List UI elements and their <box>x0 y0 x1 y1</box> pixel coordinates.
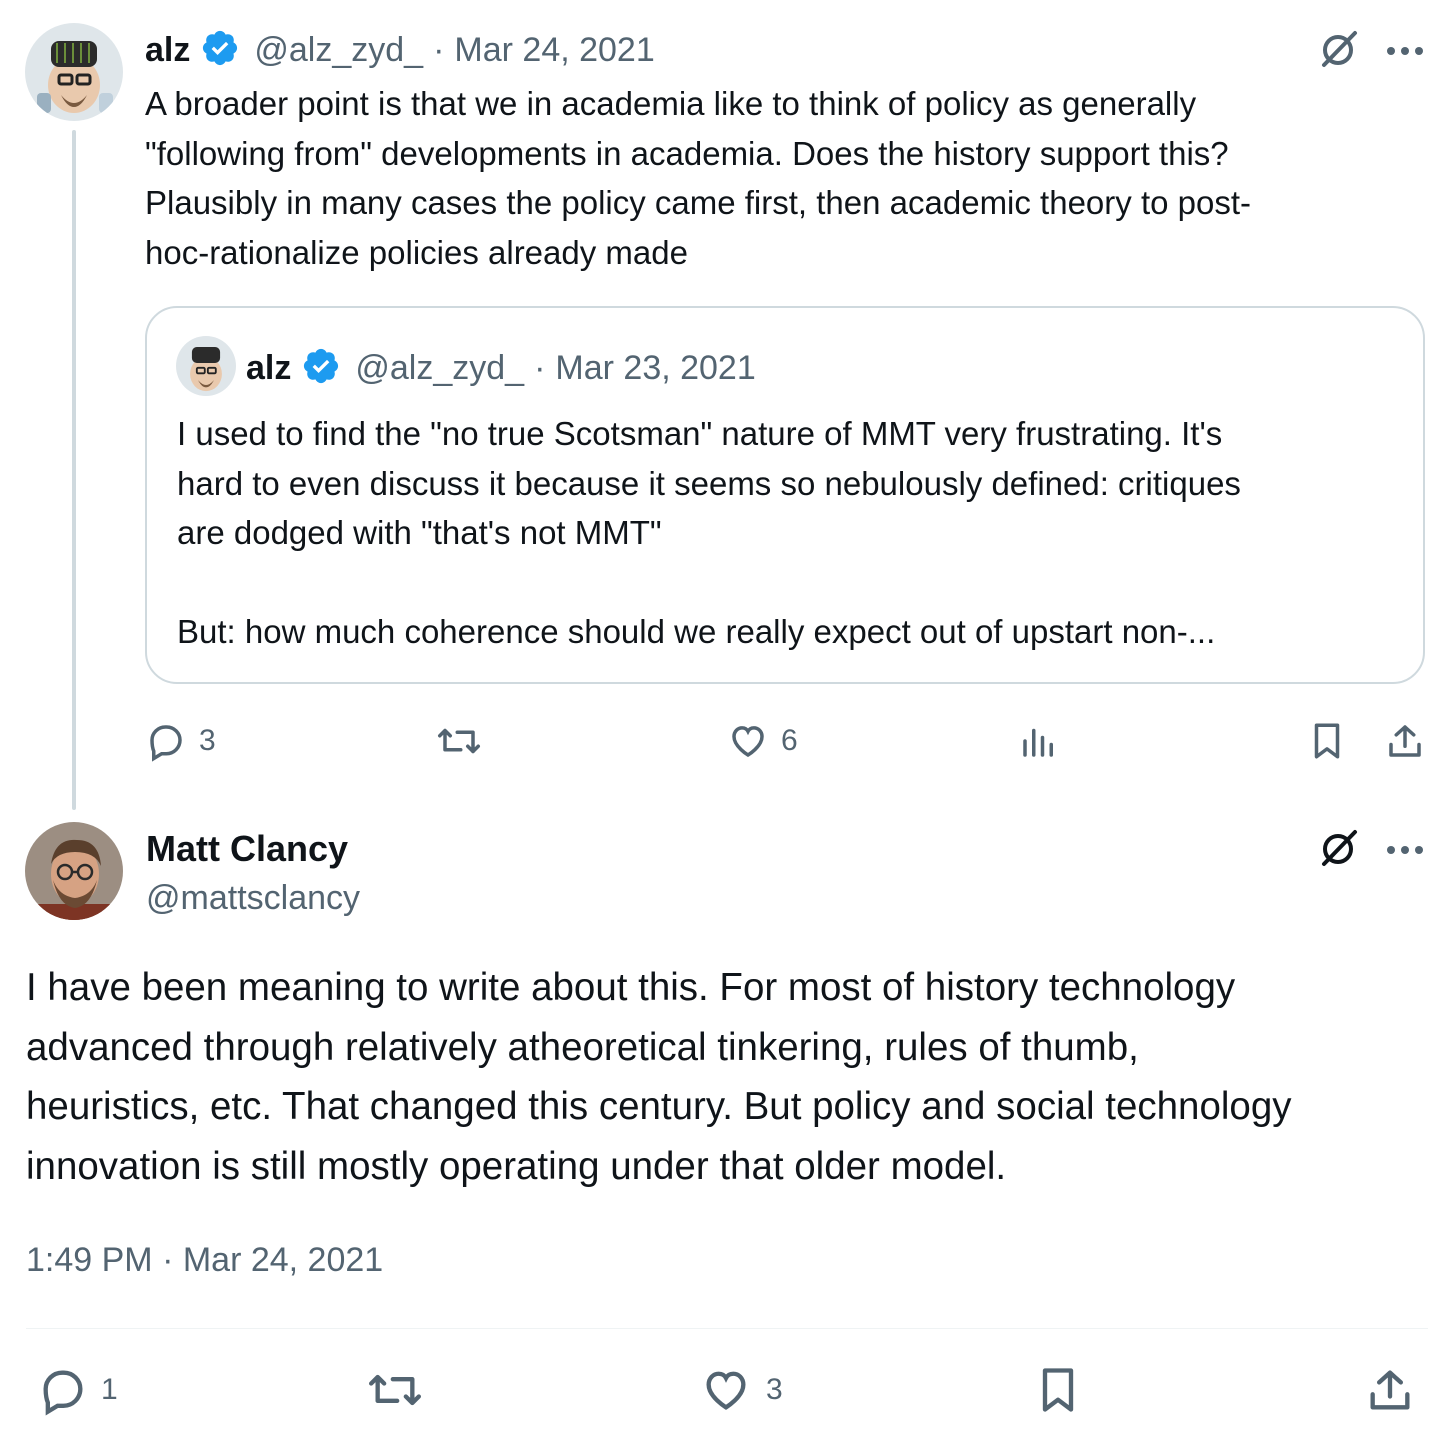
avatar-matt-clancy[interactable] <box>25 822 123 920</box>
main-like-count: 3 <box>766 1373 783 1406</box>
author-name[interactable]: alz <box>145 31 190 70</box>
main-reply-count: 1 <box>101 1373 118 1406</box>
analytics-icon <box>1018 720 1060 762</box>
reply-tweet-header: alz @alz_zyd_ · Mar 24, 2021 <box>145 28 655 72</box>
quoted-author-handle: @alz_zyd_ <box>355 348 525 387</box>
retweet-icon <box>436 720 482 762</box>
quoted-avatar-alz <box>176 336 236 396</box>
main-more-icon[interactable] <box>1386 842 1424 860</box>
quoted-tweet-card[interactable]: alz @alz_zyd_ · Mar 23, 2021 I used to f… <box>145 306 1425 684</box>
share-button[interactable] <box>1384 720 1426 762</box>
like-count: 6 <box>781 724 798 757</box>
like-button[interactable]: 6 <box>727 720 798 762</box>
quoted-tweet-text: I used to find the "no true Scotsman" na… <box>177 415 1241 650</box>
main-retweet-button[interactable] <box>366 1364 436 1416</box>
grok-icon[interactable] <box>1318 27 1362 76</box>
main-bookmark-button[interactable] <box>1032 1364 1084 1416</box>
author-handle[interactable]: @alz_zyd_ <box>254 31 423 70</box>
header-separator: · <box>433 30 445 69</box>
main-tweet-timestamp[interactable]: 1:49 PM · Mar 24, 2021 <box>26 1238 383 1282</box>
quoted-tweet-header: alz @alz_zyd_ · Mar 23, 2021 <box>246 346 756 390</box>
main-author-name[interactable]: Matt Clancy <box>146 826 348 872</box>
bookmark-button[interactable] <box>1306 720 1348 762</box>
reply-icon <box>145 720 187 762</box>
main-reply-icon <box>37 1364 89 1416</box>
main-author-handle[interactable]: @mattsclancy <box>146 876 360 920</box>
main-grok-icon[interactable] <box>1318 826 1362 875</box>
main-heart-icon <box>700 1364 752 1416</box>
quoted-author-name: alz <box>246 348 292 387</box>
retweet-button[interactable] <box>436 720 494 762</box>
more-icon[interactable] <box>1386 43 1424 61</box>
quoted-tweet-date: Mar 23, 2021 <box>555 348 756 387</box>
views-button[interactable] <box>1018 720 1072 762</box>
main-share-icon <box>1364 1364 1416 1416</box>
quoted-verified-badge-icon <box>301 346 341 391</box>
quoted-header-separator: · <box>534 348 546 387</box>
verified-badge-icon <box>200 28 240 73</box>
main-share-button[interactable] <box>1364 1364 1416 1416</box>
reply-count: 3 <box>199 724 216 757</box>
main-retweet-icon <box>366 1364 424 1416</box>
main-bookmark-icon <box>1032 1364 1084 1416</box>
thread-connector-line <box>72 130 76 810</box>
main-tweet-text: I have been meaning to write about this.… <box>26 966 1292 1188</box>
avatar-alz[interactable] <box>25 23 123 121</box>
bookmark-icon <box>1306 720 1348 762</box>
divider <box>26 1328 1428 1329</box>
reply-tweet-text: A broader point is that we in academia l… <box>145 85 1251 271</box>
main-like-button[interactable]: 3 <box>700 1364 783 1416</box>
tweet-date[interactable]: Mar 24, 2021 <box>454 31 654 70</box>
reply-button[interactable]: 3 <box>145 720 216 762</box>
main-reply-button[interactable]: 1 <box>37 1364 118 1416</box>
heart-icon <box>727 720 769 762</box>
share-icon <box>1384 720 1426 762</box>
